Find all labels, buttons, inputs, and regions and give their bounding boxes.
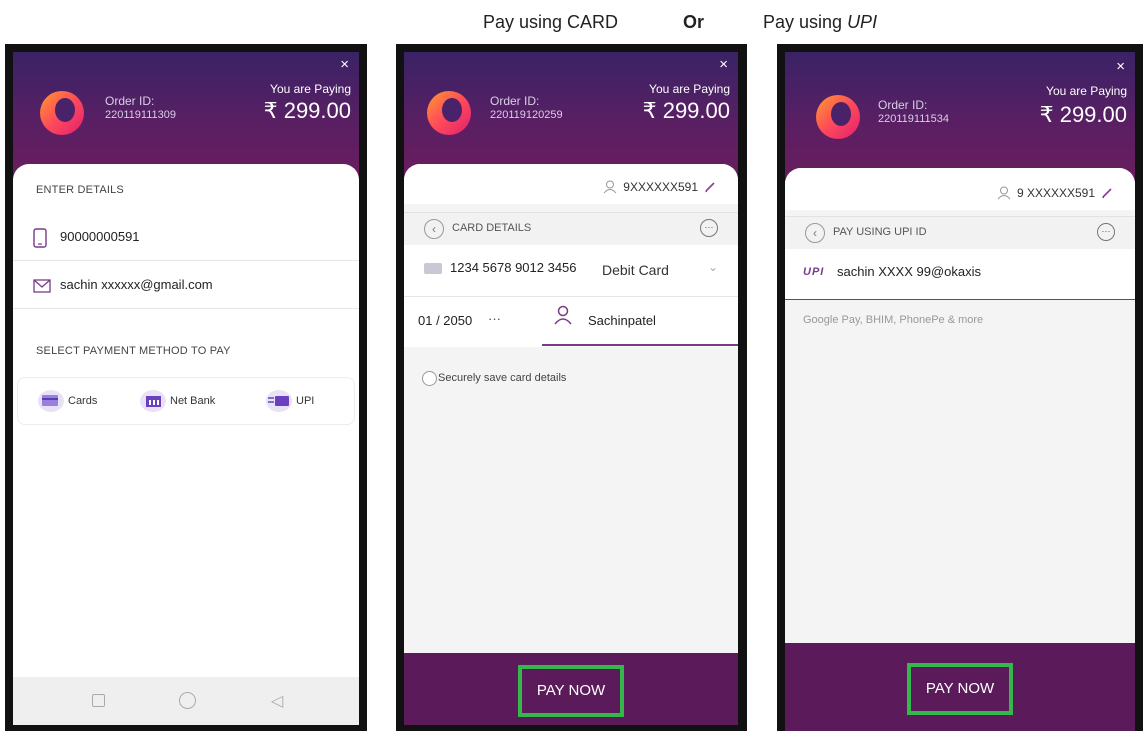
phone-row: 9 XXXXXX591 (997, 186, 1113, 200)
method-cards-label: Cards (68, 395, 98, 407)
user-icon (603, 180, 617, 194)
order-id-value: 220119111534 (878, 113, 949, 125)
mobile-icon (33, 228, 47, 248)
user-icon (997, 186, 1011, 200)
upi-tag-icon: UPI (803, 266, 825, 278)
more-icon[interactable]: ··· (700, 219, 718, 237)
phone-card-details: Order ID: 220119120259 × You are Paying … (396, 44, 747, 731)
caption-pay-using-upi: Pay using UPI (763, 12, 877, 33)
card-type-select[interactable]: Debit Card (602, 262, 669, 278)
paying-label: You are Paying (649, 82, 730, 96)
bank-icon (140, 390, 166, 412)
payment-header: Order ID: 220119120259 × You are Paying … (404, 52, 738, 182)
paying-label: You are Paying (1046, 84, 1127, 98)
order-id-label: Order ID: (878, 98, 928, 112)
amount-value: ₹ 299.00 (263, 98, 351, 123)
card-details-card: 9XXXXXX591 ‹ CARD DETAILS ··· 1234 5678 … (404, 164, 738, 725)
enter-details-title: ENTER DETAILS (36, 184, 124, 196)
select-method-title: SELECT PAYMENT METHOD TO PAY (36, 345, 231, 357)
email-row[interactable]: sachin xxxxxx@gmail.com (13, 262, 359, 309)
payment-methods-row: Cards Net Bank UPI (17, 377, 355, 425)
back-icon[interactable]: ‹ (424, 219, 444, 239)
mobile-row[interactable]: 90000000591 (13, 214, 359, 261)
email-value: sachin xxxxxx@gmail.com (60, 277, 213, 292)
card-form: 1234 5678 9012 3456 Debit Card ⌄ 01 / 20… (404, 245, 738, 347)
details-card: ENTER DETAILS 90000000591 sachin xxxxxx@… (13, 164, 359, 725)
more-icon[interactable]: ··· (1097, 223, 1115, 241)
edit-icon[interactable] (1101, 187, 1113, 199)
mail-icon (33, 279, 51, 293)
phone-strip: 9 XXXXXX591 (785, 168, 1135, 210)
user-icon (554, 305, 572, 325)
upi-header: ‹ PAY USING UPI ID ··· (785, 216, 1135, 250)
method-upi[interactable]: UPI (266, 390, 314, 412)
method-netbank-label: Net Bank (170, 395, 216, 407)
mobile-value: 90000000591 (60, 229, 140, 244)
edit-icon[interactable] (704, 181, 716, 193)
screen: Order ID: 220119111534 × You are Paying … (785, 52, 1135, 731)
card-number-input[interactable]: 1234 5678 9012 3456 (450, 260, 577, 275)
card-details-title: CARD DETAILS (452, 222, 532, 234)
phone-row: 9XXXXXX591 (603, 180, 716, 194)
close-icon[interactable]: × (719, 56, 728, 73)
paying-label: You are Paying (270, 82, 351, 96)
cvv-input[interactable]: ··· (488, 311, 501, 326)
name-underline (542, 344, 738, 346)
brand-logo-icon (40, 91, 84, 135)
caption-upi-em: UPI (847, 12, 878, 32)
phone-enter-details: Order ID: 220119111309 × You are Paying … (5, 44, 367, 731)
phone-upi: Order ID: 220119111534 × You are Paying … (777, 44, 1143, 731)
screen: Order ID: 220119111309 × You are Paying … (13, 52, 359, 725)
android-nav-bar: ◁ (13, 677, 359, 725)
caption-or: Or (683, 12, 705, 32)
close-icon[interactable]: × (340, 56, 349, 73)
upi-input-row[interactable]: UPI sachin XXXX 99@okaxis (785, 249, 1135, 300)
home-icon[interactable] (179, 692, 196, 709)
save-card-radio[interactable] (422, 371, 437, 386)
brand-logo-icon (427, 91, 471, 135)
close-icon[interactable]: × (1116, 58, 1125, 75)
amount-value: ₹ 299.00 (1039, 102, 1127, 127)
phone-strip: 9XXXXXX591 (404, 164, 738, 204)
card-chip-icon (424, 263, 442, 274)
card-details-header: ‹ CARD DETAILS ··· (404, 212, 738, 246)
screen: Order ID: 220119120259 × You are Paying … (404, 52, 738, 725)
caption-pay-using-card: Pay using CARD (483, 12, 619, 32)
order-id-label: Order ID: (105, 94, 155, 108)
upi-title: PAY USING UPI ID (833, 226, 927, 238)
back-icon[interactable]: ‹ (805, 223, 825, 243)
upi-apps-hint: Google Pay, BHIM, PhonePe & more (803, 314, 984, 326)
amount-value: ₹ 299.00 (642, 98, 730, 123)
expiry-input[interactable]: 01 / 2050 (418, 313, 472, 328)
card-icon (38, 390, 64, 412)
recent-apps-icon[interactable] (92, 694, 105, 707)
cardholder-name-input[interactable]: Sachinpatel (588, 313, 656, 328)
pay-footer: PAY NOW (785, 643, 1135, 731)
pay-now-button[interactable]: PAY NOW (907, 663, 1013, 715)
pay-footer: PAY NOW (404, 653, 738, 725)
method-netbank[interactable]: Net Bank (140, 390, 215, 412)
upi-id-input[interactable]: sachin XXXX 99@okaxis (837, 264, 981, 279)
payment-header: Order ID: 220119111309 × You are Paying … (13, 52, 359, 182)
save-card-label: Securely save card details (438, 372, 567, 384)
upi-icon (266, 390, 292, 412)
method-upi-label: UPI (296, 395, 315, 407)
caption-upi-prefix: Pay using (763, 12, 848, 32)
payment-header: Order ID: 220119111534 × You are Paying … (785, 52, 1135, 182)
phone-value: 9 XXXXXX591 (1016, 186, 1095, 200)
method-cards[interactable]: Cards (38, 390, 97, 412)
pay-now-button[interactable]: PAY NOW (518, 665, 624, 717)
order-id-label: Order ID: (490, 94, 540, 108)
order-id-value: 220119111309 (105, 109, 176, 121)
chevron-down-icon[interactable]: ⌄ (708, 260, 718, 274)
back-icon[interactable]: ◁ (271, 691, 283, 711)
order-id-value: 220119120259 (490, 109, 563, 121)
brand-logo-icon (816, 95, 860, 139)
phone-value: 9XXXXXX591 (623, 180, 698, 194)
divider (404, 296, 738, 297)
